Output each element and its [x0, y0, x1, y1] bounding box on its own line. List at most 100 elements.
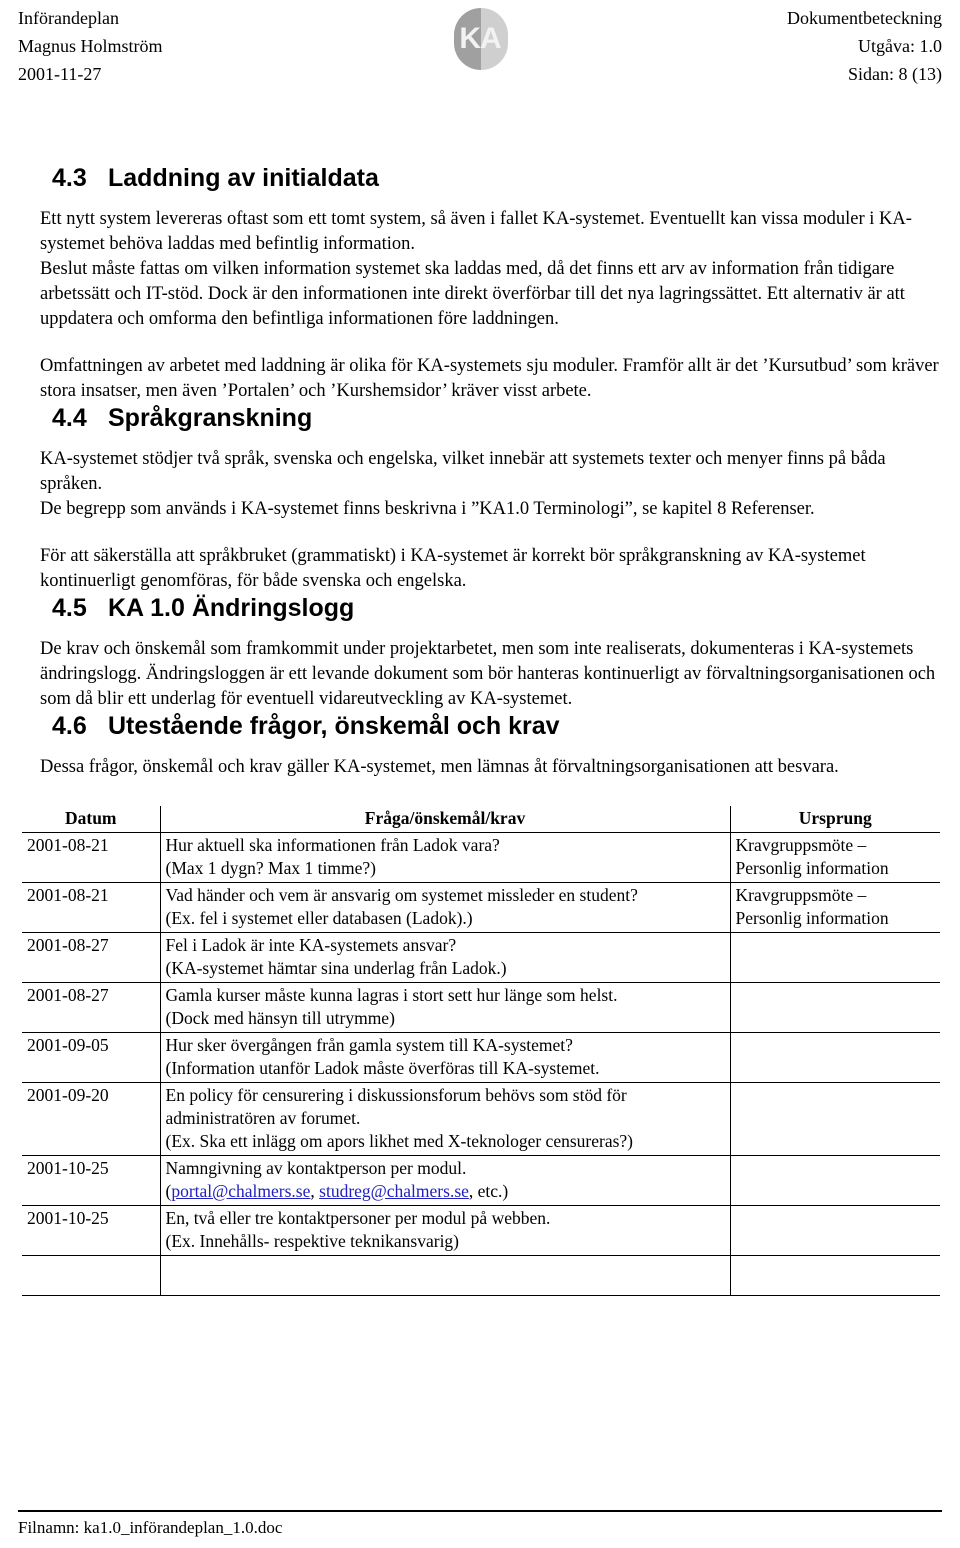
- cell-question: Gamla kurser måste kunna lagras i stort …: [159, 982, 731, 1033]
- cell-source: [729, 982, 940, 1033]
- cell-text-line: Personlig information: [735, 908, 889, 928]
- column-header-source: Ursprung: [730, 806, 940, 833]
- cell-text-line-with-links: (portal@chalmers.se, studreg@chalmers.se…: [165, 1181, 509, 1201]
- cell-text-line: Kravgruppsmöte –: [735, 835, 867, 855]
- logo-label: KA: [459, 22, 501, 55]
- header-designation-label: Dokumentbeteckning: [787, 8, 942, 28]
- column-header-datum: Datum: [22, 806, 160, 833]
- paragraph-4-3-1: Ett nytt system levereras oftast som ett…: [40, 209, 912, 254]
- cell-date: 2001-10-25: [22, 1155, 161, 1206]
- cell-question: Hur aktuell ska informationen från Ladok…: [159, 832, 731, 883]
- open-questions-table: Datum Fråga/önskemål/krav Ursprung 2001-…: [22, 806, 940, 1296]
- cell-text-line: En policy för censurering i diskussionsf…: [165, 1085, 627, 1105]
- cell-text-line: (Ex. Innehålls- respektive teknikansvari…: [165, 1231, 460, 1251]
- cell-date: [22, 1255, 161, 1296]
- table-row: 2001-10-25 En, två eller tre kontaktperso…: [22, 1205, 940, 1256]
- document-footer: Filnamn: ka1.0_införandeplan_1.0.doc: [18, 1510, 942, 1540]
- paragraph-4-4-1: KA-systemet stödjer två språk, svenska o…: [40, 449, 886, 494]
- header-doc-type: Införandeplan: [18, 8, 119, 28]
- cell-question: Hur sker övergången från gamla system ti…: [159, 1032, 731, 1083]
- cell-text-line: En, två eller tre kontaktpersoner per mo…: [165, 1208, 551, 1228]
- cell-date: 2001-08-27: [22, 982, 161, 1033]
- cell-text-line: Hur sker övergången från gamla system ti…: [165, 1035, 573, 1055]
- cell-text-line: (Information utanför Ladok måste överför…: [165, 1058, 600, 1078]
- cell-source: [729, 1032, 940, 1083]
- table-body: 2001-08-21 Hur aktuell ska informationen …: [22, 832, 940, 1296]
- cell-source: [729, 1082, 940, 1156]
- header-author: Magnus Holmström: [18, 36, 163, 56]
- cell-question: En, två eller tre kontaktpersoner per mo…: [159, 1205, 731, 1256]
- header-right-block: Dokumentbeteckning Utgåva: 1.0 Sidan: 8 …: [787, 4, 942, 88]
- cell-question: Fel i Ladok är inte KA-systemets ansvar?…: [159, 932, 731, 983]
- cell-source: Kravgruppsmöte – Personlig information: [729, 882, 940, 933]
- cell-date: 2001-09-20: [22, 1082, 161, 1156]
- cell-text-line: (KA-systemet hämtar sina underlag från L…: [165, 958, 507, 978]
- table-row: 2001-08-21 Hur aktuell ska informationen …: [22, 832, 940, 883]
- section-heading-4-5: 4.5 KA 1.0 Ändringslogg: [18, 594, 942, 623]
- paragraph-4-5-1: De krav och önskemål som framkommit unde…: [40, 639, 936, 709]
- cell-text-line: Kravgruppsmöte –: [735, 885, 867, 905]
- table-row: 2001-09-05 Hur sker övergången från gamla…: [22, 1032, 940, 1083]
- document-page: Införandeplan Magnus Holmström 2001-11-2…: [0, 0, 960, 1548]
- column-header-question: Fråga/önskemål/krav: [159, 806, 731, 833]
- cell-date: 2001-08-21: [22, 882, 161, 933]
- header-version: Utgåva: 1.0: [858, 36, 942, 56]
- cell-question: En policy för censurering i diskussionsf…: [159, 1082, 731, 1156]
- table-row: 2001-08-21 Vad händer och vem är ansvarig…: [22, 882, 940, 933]
- table-row: 2001-08-27 Gamla kurser måste kunna lagra…: [22, 982, 940, 1033]
- cell-text-line: Hur aktuell ska informationen från Ladok…: [165, 835, 500, 855]
- cell-text-line: Personlig information: [735, 858, 889, 878]
- section-heading-4-3: 4.3 Laddning av initialdata: [18, 164, 942, 193]
- section-heading-4-4: 4.4 Språkgranskning: [18, 404, 942, 433]
- table-row: [22, 1255, 940, 1296]
- table-row: 2001-08-27 Fel i Ladok är inte KA-systeme…: [22, 932, 940, 983]
- footer-filename: Filnamn: ka1.0_införandeplan_1.0.doc: [18, 1518, 283, 1537]
- cell-text-line: (Ex. Ska ett inlägg om apors likhet med …: [165, 1131, 634, 1151]
- ka-logo: KA: [448, 8, 512, 70]
- section-title-4-5: KA 1.0 Ändringslogg: [108, 594, 355, 622]
- cell-question: Namngivning av kontaktperson per modul. (…: [159, 1155, 731, 1206]
- cell-source: [729, 1205, 940, 1256]
- table-header-row: Datum Fråga/önskemål/krav Ursprung: [22, 806, 940, 833]
- section-heading-4-6: 4.6 Utestående frågor, önskemål och krav: [18, 712, 942, 741]
- cell-date: 2001-08-27: [22, 932, 161, 983]
- cell-text-line: Vad händer och vem är ansvarig om system…: [165, 885, 638, 905]
- header-page-number: Sidan: 8 (13): [848, 64, 942, 84]
- cell-question: Vad händer och vem är ansvarig om system…: [159, 882, 731, 933]
- cell-question: [159, 1255, 731, 1296]
- document-header: Införandeplan Magnus Holmström 2001-11-2…: [18, 0, 942, 92]
- section-number-4-3: 4.3: [52, 164, 87, 192]
- paragraph-4-6-1: Dessa frågor, önskemål och krav gäller K…: [40, 757, 839, 777]
- footer-divider: [18, 1510, 942, 1512]
- paragraph-4-4-3: För att säkerställa att språkbruket (gra…: [40, 546, 866, 591]
- header-date: 2001-11-27: [18, 64, 102, 84]
- cell-date: 2001-10-25: [22, 1205, 161, 1256]
- cell-source: Kravgruppsmöte – Personlig information: [729, 832, 940, 883]
- cell-source: [729, 1255, 940, 1296]
- header-left-block: Införandeplan Magnus Holmström 2001-11-2…: [18, 4, 163, 88]
- table-row: 2001-09-20 En policy för censurering i di…: [22, 1082, 940, 1156]
- cell-text-line: Fel i Ladok är inte KA-systemets ansvar?: [165, 935, 457, 955]
- cell-date: 2001-08-21: [22, 832, 161, 883]
- section-number-4-6: 4.6: [52, 712, 87, 740]
- cell-source: [729, 1155, 940, 1206]
- cell-text-line: (Dock med hänsyn till utrymme): [165, 1008, 395, 1028]
- cell-text-line: Gamla kurser måste kunna lagras i stort …: [165, 985, 618, 1005]
- cell-date: 2001-09-05: [22, 1032, 161, 1083]
- section-number-4-4: 4.4: [52, 404, 87, 432]
- section-title-4-4: Språkgranskning: [108, 404, 313, 432]
- cell-text-line: (Max 1 dygn? Max 1 timme?): [165, 858, 376, 878]
- section-title-4-3: Laddning av initialdata: [108, 164, 379, 192]
- cell-text-line: Namngivning av kontaktperson per modul.: [165, 1158, 467, 1178]
- paragraph-4-4-2: De begrepp som används i KA-systemet fin…: [40, 499, 815, 519]
- email-link-studreg[interactable]: studreg@chalmers.se: [319, 1181, 469, 1201]
- table-row: 2001-10-25 Namngivning av kontaktperson p…: [22, 1155, 940, 1206]
- paragraph-4-3-2: Beslut måste fattas om vilken informatio…: [40, 259, 905, 329]
- email-link-portal[interactable]: portal@chalmers.se: [171, 1181, 310, 1201]
- section-number-4-5: 4.5: [52, 594, 87, 622]
- cell-source: [729, 932, 940, 983]
- cell-text-line: (Ex. fel i systemet eller databasen (Lad…: [165, 908, 473, 928]
- paragraph-4-3-3: Omfattningen av arbetet med laddning är …: [40, 356, 939, 401]
- section-title-4-6: Utestående frågor, önskemål och krav: [108, 712, 560, 740]
- document-body: 4.3 Laddning av initialdata Ett nytt sys…: [18, 92, 942, 1296]
